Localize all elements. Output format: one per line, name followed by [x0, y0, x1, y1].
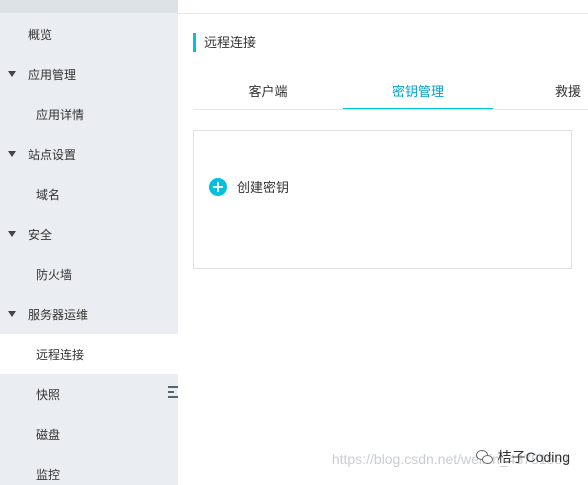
- sidebar-item-label: 防火墙: [36, 267, 73, 282]
- sidebar-group-label: 站点设置: [28, 147, 77, 162]
- create-key-button[interactable]: + 创建密钥: [209, 177, 289, 196]
- main-content: 远程连接 客户端 密钥管理 救援 + 创建密钥 https://blog.csd…: [178, 0, 588, 485]
- sidebar-collapse-icon[interactable]: [166, 374, 178, 414]
- caret-down-icon: [8, 151, 16, 157]
- sidebar-group-server-ops[interactable]: 服务器运维: [0, 294, 178, 334]
- sidebar-item-overview[interactable]: 概览: [0, 14, 178, 54]
- tab-key-management[interactable]: 密钥管理: [343, 72, 493, 110]
- sidebar-item-label: 概览: [28, 27, 53, 42]
- sidebar-item-monitoring[interactable]: 监控: [0, 454, 178, 485]
- brand-label: 桔子Coding: [497, 449, 570, 465]
- brand-overlay: 桔子Coding: [475, 447, 570, 467]
- sidebar-item-label: 远程连接: [36, 347, 85, 362]
- sidebar-item-remote-connection[interactable]: 远程连接: [0, 334, 178, 374]
- sidebar-group-security[interactable]: 安全: [0, 214, 178, 254]
- sidebar-group-label: 服务器运维: [28, 307, 89, 322]
- sidebar-item-label: 监控: [36, 467, 61, 482]
- caret-down-icon: [8, 311, 16, 317]
- create-key-label: 创建密钥: [237, 180, 290, 195]
- tab-label: 救援: [554, 84, 581, 99]
- sidebar-item-app-details[interactable]: 应用详情: [0, 94, 178, 134]
- wechat-icon: [475, 450, 493, 464]
- sidebar-item-domain[interactable]: 域名: [0, 174, 178, 214]
- sidebar-group-site-settings[interactable]: 站点设置: [0, 134, 178, 174]
- sidebar-item-label: 应用详情: [36, 107, 85, 122]
- tab-label: 密钥管理: [391, 84, 444, 99]
- sidebar-group-label: 应用管理: [28, 67, 77, 82]
- caret-down-icon: [8, 231, 16, 237]
- sidebar-group-app-management[interactable]: 应用管理: [0, 54, 178, 94]
- sidebar-item-label: 磁盘: [36, 427, 61, 442]
- tab-label: 客户端: [248, 84, 288, 99]
- tab-baseline: [193, 109, 588, 110]
- caret-down-icon: [8, 71, 16, 77]
- key-card: + 创建密钥: [193, 130, 572, 269]
- title-accent-bar: [193, 33, 196, 52]
- sidebar-item-label: 域名: [36, 187, 61, 202]
- tab-rescue[interactable]: 救援: [493, 72, 588, 109]
- sidebar-item-disk[interactable]: 磁盘: [0, 414, 178, 454]
- page-title: 远程连接: [204, 35, 257, 50]
- sidebar-topcap: [0, 0, 178, 13]
- top-divider: [178, 13, 588, 14]
- sidebar: 概览 应用管理 应用详情 站点设置 域名 安全 防火墙 服务器运维 远程连接 快…: [0, 0, 178, 485]
- sidebar-group-label: 安全: [28, 227, 53, 242]
- plus-circle-icon: +: [209, 177, 227, 196]
- tab-bar: 客户端 密钥管理 救援: [193, 72, 588, 110]
- tab-client[interactable]: 客户端: [193, 72, 343, 109]
- sidebar-item-snapshot[interactable]: 快照: [0, 374, 178, 414]
- sidebar-item-label: 快照: [36, 387, 61, 402]
- sidebar-item-firewall[interactable]: 防火墙: [0, 254, 178, 294]
